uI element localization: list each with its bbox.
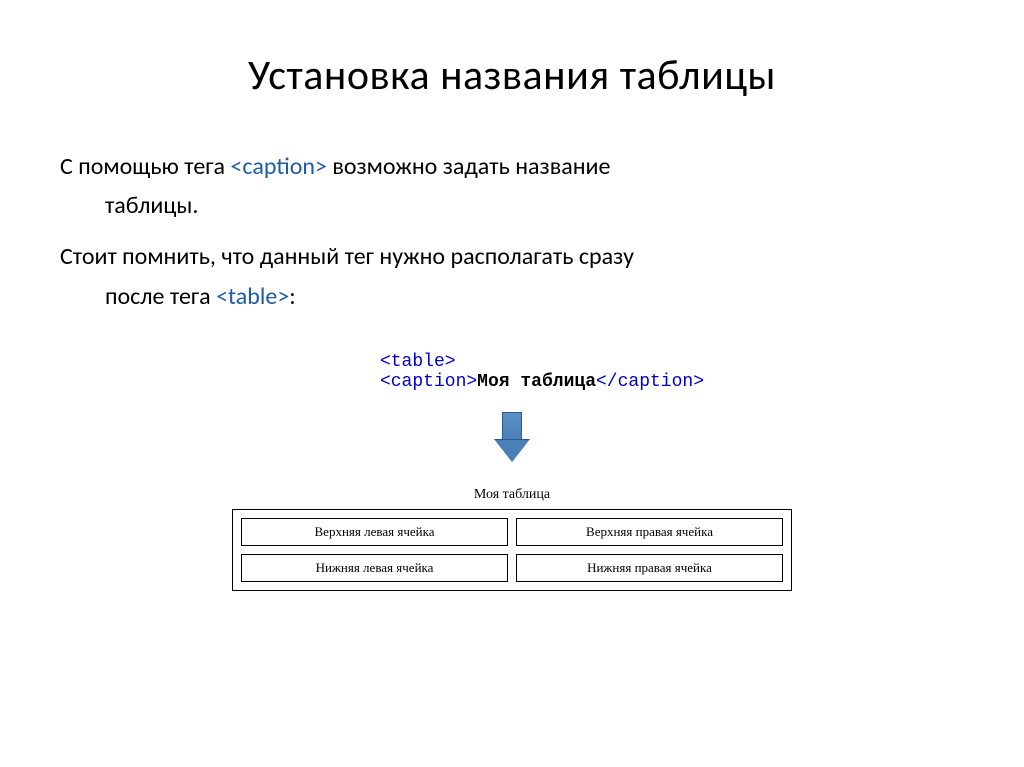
slide-title: Установка названия таблицы <box>60 50 964 101</box>
paragraph-1: С помощью тега <caption> возможно задать… <box>60 151 964 221</box>
rendered-output: Моя таблица Верхняя левая ячейка Верхняя… <box>232 487 792 591</box>
code-caption-open: <caption> <box>380 372 477 392</box>
caption-tag-ref: <caption> <box>230 152 327 181</box>
table-tag-ref: <table> <box>216 282 289 311</box>
arrow-icon <box>495 412 529 462</box>
cell-bottom-left: Нижняя левая ячейка <box>241 554 508 582</box>
cell-bottom-right: Нижняя правая ячейка <box>516 554 783 582</box>
p2-line2-prefix: после тега <box>105 282 216 311</box>
cell-top-left: Верхняя левая ячейка <box>241 518 508 546</box>
output-caption: Моя таблица <box>232 487 792 503</box>
p1-line2: таблицы. <box>60 190 964 221</box>
code-table-open: <table> <box>380 352 456 372</box>
code-example: <table> <caption>Моя таблица</caption> <box>320 352 704 392</box>
cell-top-right: Верхняя правая ячейка <box>516 518 783 546</box>
paragraph-2: Стоит помнить, что данный тег нужно расп… <box>60 241 964 311</box>
p2-line1: Стоит помнить, что данный тег нужно расп… <box>60 241 964 272</box>
p1-prefix: С помощью тега <box>60 152 230 181</box>
code-caption-text: Моя таблица <box>477 372 596 392</box>
output-table: Верхняя левая ячейка Верхняя правая ячей… <box>232 509 792 591</box>
table-row: Верхняя левая ячейка Верхняя правая ячей… <box>241 518 783 546</box>
arrow-down <box>60 412 964 467</box>
p1-suffix: возможно задать название <box>327 152 611 181</box>
p2-line2-suffix: : <box>289 282 295 311</box>
code-caption-close: </caption> <box>596 372 704 392</box>
table-row: Нижняя левая ячейка Нижняя правая ячейка <box>241 554 783 582</box>
